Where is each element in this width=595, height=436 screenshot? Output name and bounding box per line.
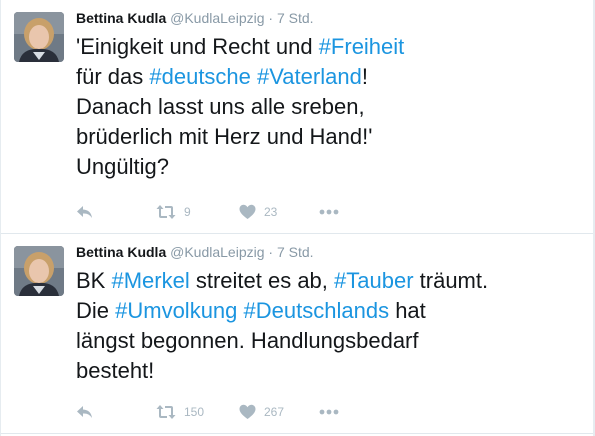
hashtag-link[interactable]: #Merkel (111, 268, 189, 293)
author-handle[interactable]: @KudlaLeipzig (170, 10, 264, 26)
heart-icon (239, 404, 256, 420)
author-name[interactable]: Bettina Kudla (76, 10, 166, 26)
hashtag-link[interactable]: #Vaterland (257, 64, 362, 89)
tweet[interactable]: Bettina Kudla @KudlaLeipzig · 7 Std. 'Ei… (1, 0, 593, 234)
tweet-text-part: streitet es ab, (189, 268, 335, 293)
like-count: 267 (264, 405, 285, 419)
tweet-text-part: Die (76, 298, 116, 323)
hashtag-link[interactable]: #Tauber (334, 268, 414, 293)
timestamp[interactable]: 7 Std. (277, 244, 314, 260)
avatar[interactable] (14, 246, 64, 296)
reply-button[interactable] (76, 200, 94, 224)
reply-icon (76, 404, 94, 420)
hashtag-link[interactable]: #Freiheit (319, 34, 405, 59)
tweet-header: Bettina Kudla @KudlaLeipzig · 7 Std. (76, 10, 314, 26)
retweet-count: 9 (184, 205, 191, 219)
tweet-actions: 9 23 (76, 200, 376, 224)
tweet-feed: Bettina Kudla @KudlaLeipzig · 7 Std. 'Ei… (1, 0, 593, 436)
reply-button[interactable] (76, 400, 94, 424)
tweet-text-part: Ungültig? (76, 154, 169, 179)
tweet-text-part: für das (76, 64, 150, 89)
more-button[interactable] (319, 400, 339, 424)
tweet-text: 'Einigkeit und Recht und #Freiheit für d… (76, 32, 581, 182)
retweet-count: 150 (184, 405, 205, 419)
tweet-text-part: BK (76, 268, 112, 293)
tweet-text-part: träumt. (413, 268, 489, 293)
separator-dot: · (268, 244, 274, 260)
tweet-text-part: ! (361, 64, 368, 89)
retweet-icon (156, 204, 176, 220)
avatar[interactable] (14, 12, 64, 62)
more-button[interactable] (319, 200, 339, 224)
tweet-text-part: 'Einigkeit und Recht und (76, 34, 319, 59)
tweet-text: BK #Merkel streitet es ab, #Tauber träum… (76, 266, 581, 386)
retweet-button[interactable]: 9 (156, 200, 191, 224)
retweet-icon (156, 404, 176, 420)
timestamp[interactable]: 7 Std. (277, 10, 314, 26)
like-button[interactable]: 267 (239, 400, 284, 424)
tweet-text-part: hat (389, 298, 426, 323)
more-icon (319, 409, 339, 415)
retweet-button[interactable]: 150 (156, 400, 204, 424)
more-icon (319, 209, 339, 215)
hashtag-link[interactable]: #deutsche (149, 64, 251, 89)
tweet-text-part: längst begonnen. Handlungsbedarf (76, 328, 419, 353)
hashtag-link[interactable]: #Umvolkung (115, 298, 237, 323)
tweet-text-part: Danach lasst uns alle sreben, (76, 94, 365, 119)
tweet-text-part: brüderlich mit Herz und Hand!' (76, 124, 373, 149)
reply-icon (76, 204, 94, 220)
separator-dot: · (268, 10, 274, 26)
like-button[interactable]: 23 (239, 200, 277, 224)
author-handle[interactable]: @KudlaLeipzig (170, 244, 264, 260)
tweet-header: Bettina Kudla @KudlaLeipzig · 7 Std. (76, 244, 314, 260)
author-name[interactable]: Bettina Kudla (76, 244, 166, 260)
heart-icon (239, 204, 256, 220)
tweet[interactable]: Bettina Kudla @KudlaLeipzig · 7 Std. BK … (1, 234, 593, 434)
tweet-text-part: besteht! (76, 358, 155, 383)
like-count: 23 (264, 205, 278, 219)
tweet-actions: 150 267 (76, 400, 376, 424)
hashtag-link[interactable]: #Deutschlands (244, 298, 390, 323)
